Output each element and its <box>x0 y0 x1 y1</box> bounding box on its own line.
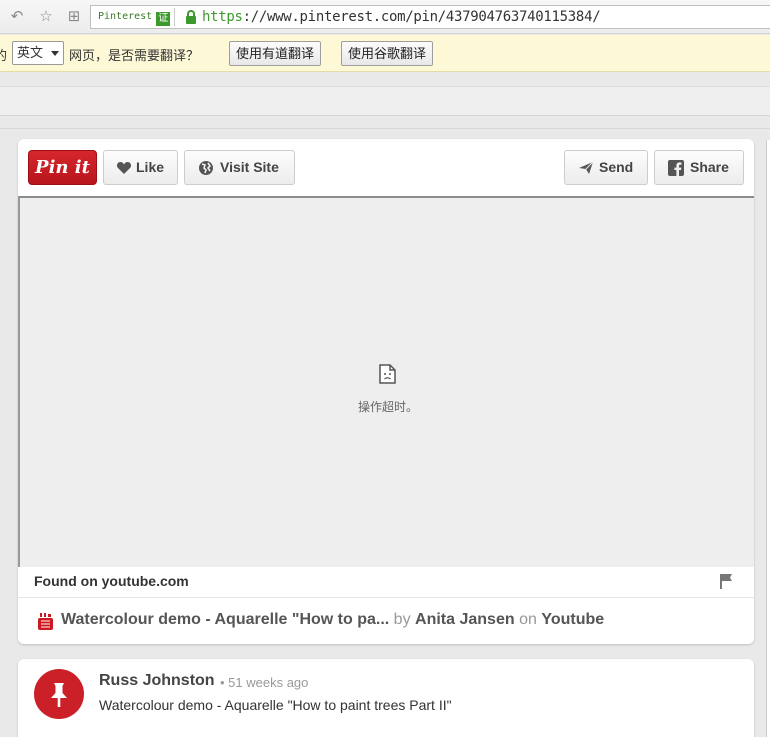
like-label: Like <box>136 159 165 175</box>
translate-bar: 的 英文 网页，是否需要翻译？ 使用有道翻译 使用谷歌翻译 <box>0 35 770 72</box>
pin-source-line: Watercolour demo - Aquarelle "How to pa.… <box>61 611 604 629</box>
pinner-name[interactable]: Russ Johnston <box>99 672 215 690</box>
pinner-card: Russ Johnston • 51 weeks ago Watercolour… <box>18 659 754 737</box>
send-button[interactable]: Send <box>564 150 648 185</box>
globe-icon <box>199 161 213 175</box>
pin-card: Pin it Like Visit Site Send Share 操作超时。 … <box>18 139 754 644</box>
browser-address-bar: ↶ ☆ ⊞ Pinterest 证 https://www.pinterest.c… <box>0 0 770 34</box>
like-button[interactable]: Like <box>103 150 178 185</box>
found-on-link[interactable]: Found on youtube.com <box>34 573 189 589</box>
embedded-video-area[interactable]: 操作超时。 <box>18 196 754 567</box>
pin-it-button[interactable]: Pin it <box>28 150 97 185</box>
chevron-down-icon <box>51 51 59 56</box>
language-select[interactable]: 英文 <box>12 41 64 65</box>
heart-icon <box>116 162 132 174</box>
translate-prompt: 网页，是否需要翻译？ <box>69 48 200 63</box>
facebook-icon <box>668 160 684 176</box>
google-translate-button[interactable]: 使用谷歌翻译 <box>341 41 434 66</box>
back-icon[interactable]: ↶ <box>7 7 27 27</box>
flag-icon[interactable] <box>719 573 733 589</box>
divider <box>18 597 754 598</box>
pin-timestamp: • 51 weeks ago <box>220 675 309 690</box>
youtube-icon <box>38 613 53 630</box>
certificate-icon: 证 <box>156 12 171 26</box>
url-field[interactable]: Pinterest 证 https://www.pinterest.com/pin… <box>90 5 770 29</box>
url-path: ://www.pinterest.com/pin/437904763740115… <box>242 9 601 25</box>
timeout-message: 操作超时。 <box>357 400 418 414</box>
on-text: on <box>519 611 537 628</box>
by-text: by <box>393 611 411 628</box>
visit-site-label: Visit Site <box>220 159 279 175</box>
share-button[interactable]: Share <box>654 150 744 185</box>
star-icon[interactable]: ☆ <box>36 7 56 27</box>
grid-icon[interactable]: ⊞ <box>64 7 84 27</box>
lock-icon <box>186 10 196 24</box>
scrollbar[interactable] <box>766 140 770 737</box>
site-name: Pinterest <box>98 11 153 22</box>
toolbar-strip <box>0 86 770 116</box>
author-link[interactable]: Anita Jansen <box>415 611 515 628</box>
url-scheme: https <box>202 9 243 25</box>
avatar[interactable] <box>34 669 84 719</box>
broken-document-icon <box>379 364 396 384</box>
site-identity-badge[interactable]: Pinterest 证 <box>94 8 176 26</box>
translate-bar-leading-text: 的 <box>0 48 8 63</box>
pin-title-link[interactable]: Watercolour demo - Aquarelle "How to pa.… <box>61 611 389 628</box>
youdao-translate-button[interactable]: 使用有道翻译 <box>229 41 322 66</box>
url-text[interactable]: https://www.pinterest.com/pin/4379047637… <box>202 9 601 25</box>
pushpin-icon <box>51 683 67 707</box>
source-link[interactable]: Youtube <box>541 611 604 628</box>
share-label: Share <box>690 159 729 175</box>
send-icon <box>579 161 594 174</box>
language-select-value: 英文 <box>17 45 44 60</box>
visit-site-button[interactable]: Visit Site <box>184 150 295 185</box>
pin-description: Watercolour demo - Aquarelle "How to pai… <box>99 697 452 713</box>
send-label: Send <box>599 159 634 175</box>
